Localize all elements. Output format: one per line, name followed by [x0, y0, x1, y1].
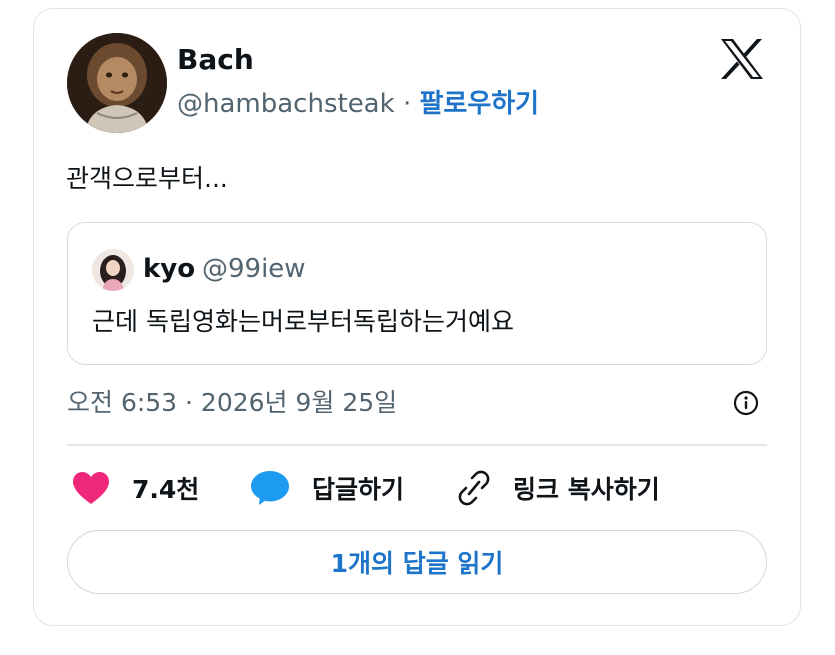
- quoted-text: 근데 독립영화는머로부터독립하는거예요: [92, 307, 514, 336]
- reply-button[interactable]: 답글하기: [250, 470, 404, 506]
- author-name[interactable]: Bach: [177, 44, 254, 76]
- info-icon[interactable]: [733, 390, 759, 416]
- x-logo-icon[interactable]: [719, 38, 765, 80]
- quoted-name[interactable]: kyo: [143, 254, 195, 284]
- author-handle-line: @hambachsteak · 팔로우하기: [177, 87, 539, 121]
- copy-link-label: 링크 복사하기: [513, 475, 660, 504]
- author-avatar[interactable]: [67, 33, 167, 133]
- quoted-tweet[interactable]: [67, 222, 767, 365]
- copy-link-button[interactable]: 링크 복사하기: [455, 470, 660, 506]
- reply-label: 답글하기: [312, 475, 405, 504]
- read-replies-button[interactable]: 1개의 답글 읽기: [67, 530, 767, 594]
- heart-icon: [73, 472, 109, 504]
- quoted-avatar-photo: [92, 249, 134, 291]
- tweet-text: 관객으로부터...: [66, 164, 228, 193]
- tweet-timestamp[interactable]: 오전 6:53 · 2026년 9월 25일: [67, 386, 397, 420]
- author-avatar-portrait: [67, 33, 167, 133]
- quoted-handle[interactable]: @99iew: [202, 254, 306, 284]
- handle-separator: ·: [402, 89, 412, 119]
- like-button[interactable]: 7.4천: [72, 470, 199, 506]
- link-icon: [458, 470, 490, 506]
- divider: [67, 444, 767, 446]
- quoted-avatar[interactable]: [92, 249, 134, 291]
- speech-bubble-icon: [251, 471, 289, 505]
- author-handle[interactable]: @hambachsteak: [177, 89, 395, 119]
- follow-button[interactable]: 팔로우하기: [419, 89, 539, 119]
- like-count: 7.4천: [132, 475, 200, 504]
